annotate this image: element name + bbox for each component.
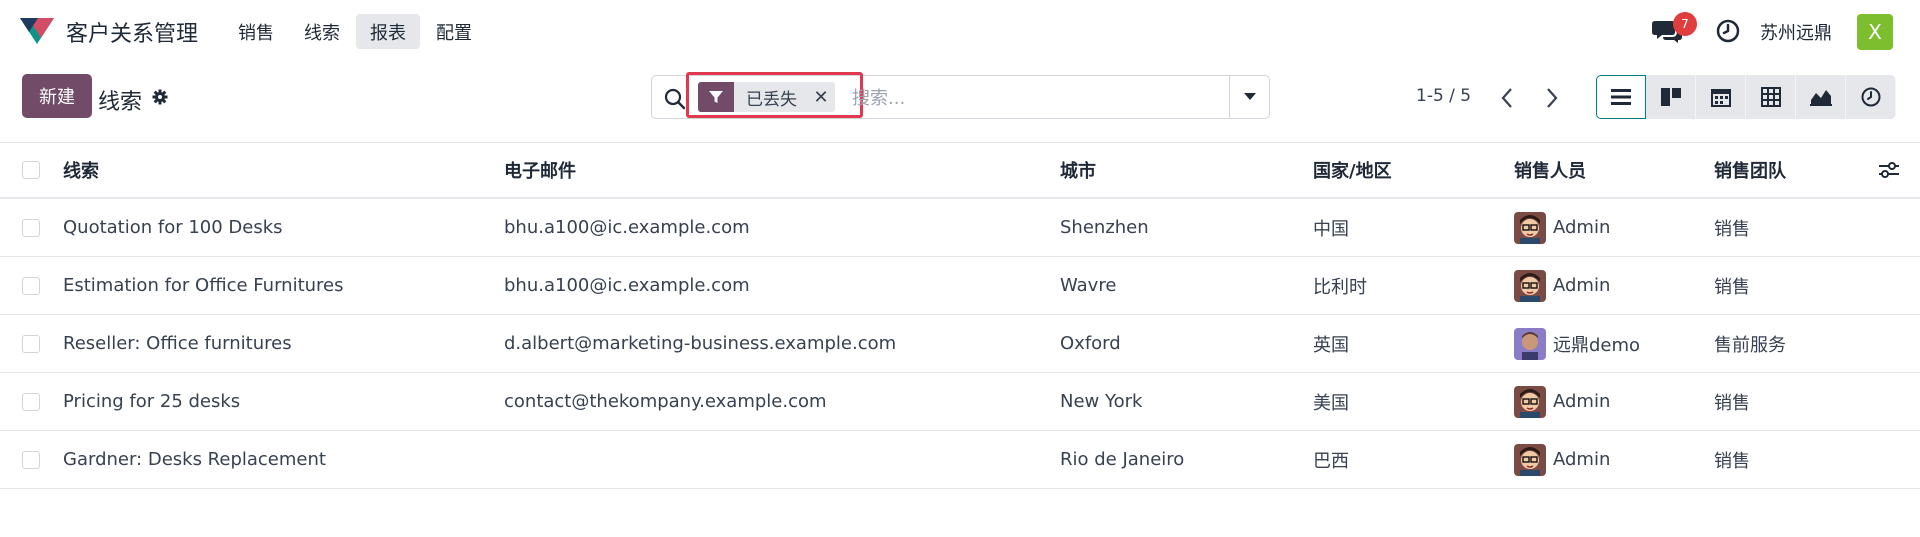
crm-logo-icon[interactable] xyxy=(18,14,56,46)
cell-sales-team[interactable]: 售前服务 xyxy=(1714,315,1786,372)
column-header-sales-team[interactable]: 销售团队 xyxy=(1714,143,1786,197)
top-navbar: 客户关系管理 销售 线索 报表 配置 7 苏州远鼎 X xyxy=(0,0,1920,62)
pager-next-button[interactable] xyxy=(1534,80,1570,116)
cell-salesperson[interactable]: Admin xyxy=(1514,373,1610,430)
kanban-view-button[interactable] xyxy=(1646,75,1696,119)
activity-view-icon xyxy=(1861,87,1880,107)
company-switcher[interactable]: 苏州远鼎 xyxy=(1760,19,1832,45)
cell-country[interactable]: 巴西 xyxy=(1313,431,1349,488)
cell-email[interactable]: bhu.a100@ic.example.com xyxy=(504,199,750,256)
row-checkbox[interactable] xyxy=(22,276,40,295)
table-row[interactable]: Estimation for Office Furnitures bhu.a100… xyxy=(0,257,1920,315)
cell-city[interactable]: Wavre xyxy=(1060,257,1116,314)
menu-item-reporting[interactable]: 报表 xyxy=(356,14,420,49)
cell-city[interactable]: New York xyxy=(1060,373,1142,430)
cell-salesperson[interactable]: 远鼎demo xyxy=(1514,315,1640,372)
activity-view-button[interactable] xyxy=(1846,75,1896,119)
app-title[interactable]: 客户关系管理 xyxy=(66,16,198,48)
salesperson-name: 远鼎demo xyxy=(1553,334,1641,356)
cell-lead[interactable]: Reseller: Office furnitures xyxy=(63,315,292,372)
cell-salesperson[interactable]: Admin xyxy=(1514,431,1610,488)
caret-down-icon xyxy=(1243,93,1256,100)
cell-country[interactable]: 比利时 xyxy=(1313,257,1367,314)
cell-lead[interactable]: Pricing for 25 desks xyxy=(63,373,240,430)
table-row[interactable]: Pricing for 25 desks contact@thekompany.e… xyxy=(0,373,1920,431)
pivot-view-button[interactable] xyxy=(1746,75,1796,119)
salesperson-name: Admin xyxy=(1553,391,1611,412)
row-checkbox[interactable] xyxy=(22,334,40,353)
main-menu: 销售 线索 报表 配置 xyxy=(224,14,486,49)
view-switcher xyxy=(1596,75,1896,119)
cell-salesperson[interactable]: Admin xyxy=(1514,257,1610,314)
cell-sales-team[interactable]: 销售 xyxy=(1714,373,1750,430)
salesperson-avatar xyxy=(1514,211,1546,244)
chevron-right-icon xyxy=(1547,88,1558,108)
message-count-badge: 7 xyxy=(1673,12,1697,36)
select-all-checkbox[interactable] xyxy=(22,161,40,179)
column-header-country[interactable]: 国家/地区 xyxy=(1313,143,1392,197)
table-header: 线索 电子邮件 城市 国家/地区 销售人员 销售团队 xyxy=(0,142,1920,199)
new-button[interactable]: 新建 xyxy=(22,74,92,118)
cell-email[interactable]: contact@thekompany.example.com xyxy=(504,373,827,430)
list-view-button[interactable] xyxy=(1596,75,1646,119)
pivot-view-icon xyxy=(1760,87,1781,107)
cell-lead[interactable]: Estimation for Office Furnitures xyxy=(63,257,344,314)
menu-item-sales[interactable]: 销售 xyxy=(224,14,288,49)
user-avatar[interactable]: X xyxy=(1857,14,1893,50)
activity-clock-icon[interactable] xyxy=(1716,19,1740,43)
cell-city[interactable]: Rio de Janeiro xyxy=(1060,431,1184,488)
row-checkbox[interactable] xyxy=(22,392,40,411)
table-row[interactable]: Gardner: Desks Replacement Rio de Janeiro… xyxy=(0,431,1920,489)
salesperson-avatar xyxy=(1514,385,1546,418)
salesperson-name: Admin xyxy=(1553,217,1611,238)
graph-view-icon xyxy=(1809,90,1832,106)
cell-sales-team[interactable]: 销售 xyxy=(1714,257,1750,314)
list-view-icon xyxy=(1611,89,1631,105)
cell-city[interactable]: Oxford xyxy=(1060,315,1121,372)
cell-country[interactable]: 英国 xyxy=(1313,315,1349,372)
table-row[interactable]: Quotation for 100 Desks bhu.a100@ic.examp… xyxy=(0,199,1920,257)
column-header-city[interactable]: 城市 xyxy=(1060,143,1096,197)
row-checkbox[interactable] xyxy=(22,218,40,237)
menu-item-leads[interactable]: 线索 xyxy=(290,14,354,49)
leads-table: 线索 电子邮件 城市 国家/地区 销售人员 销售团队 Quotation for… xyxy=(0,142,1920,489)
cell-email[interactable]: bhu.a100@ic.example.com xyxy=(504,257,750,314)
row-checkbox[interactable] xyxy=(22,450,40,469)
salesperson-avatar xyxy=(1514,443,1546,476)
breadcrumb-title: 线索 xyxy=(98,90,143,115)
table-row[interactable]: Reseller: Office furnitures d.albert@mark… xyxy=(0,315,1920,373)
salesperson-avatar xyxy=(1514,269,1546,302)
cell-sales-team[interactable]: 销售 xyxy=(1714,431,1750,488)
search-options-toggle[interactable] xyxy=(1229,76,1269,118)
table-body: Quotation for 100 Desks bhu.a100@ic.examp… xyxy=(0,199,1920,489)
calendar-view-button[interactable] xyxy=(1696,75,1746,119)
pager-previous-button[interactable] xyxy=(1489,80,1525,116)
cell-lead[interactable]: Gardner: Desks Replacement xyxy=(63,431,326,488)
salesperson-name: Admin xyxy=(1553,275,1611,296)
graph-view-button[interactable] xyxy=(1796,75,1846,119)
pager-value[interactable]: 1-5 / 5 xyxy=(1416,86,1471,106)
cell-country[interactable]: 美国 xyxy=(1313,373,1349,430)
gear-icon[interactable] xyxy=(152,89,168,105)
cell-email[interactable]: d.albert@marketing-business.example.com xyxy=(504,315,896,372)
cell-city[interactable]: Shenzhen xyxy=(1060,199,1149,256)
calendar-view-icon xyxy=(1710,89,1731,107)
menu-item-configuration[interactable]: 配置 xyxy=(422,14,486,49)
highlight-box xyxy=(686,72,863,118)
column-header-salesperson[interactable]: 销售人员 xyxy=(1514,143,1586,197)
salesperson-name: Admin xyxy=(1553,449,1611,470)
column-header-lead[interactable]: 线索 xyxy=(63,143,99,197)
search-input[interactable] xyxy=(852,84,1222,112)
chevron-left-icon xyxy=(1501,88,1512,108)
column-header-email[interactable]: 电子邮件 xyxy=(504,143,576,197)
optional-columns-icon[interactable] xyxy=(1878,160,1900,180)
cell-country[interactable]: 中国 xyxy=(1313,199,1349,256)
salesperson-avatar xyxy=(1514,327,1546,360)
search-icon[interactable] xyxy=(664,88,686,110)
kanban-view-icon xyxy=(1660,88,1681,106)
cell-lead[interactable]: Quotation for 100 Desks xyxy=(63,199,283,256)
cell-salesperson[interactable]: Admin xyxy=(1514,199,1610,256)
cell-sales-team[interactable]: 销售 xyxy=(1714,199,1750,256)
